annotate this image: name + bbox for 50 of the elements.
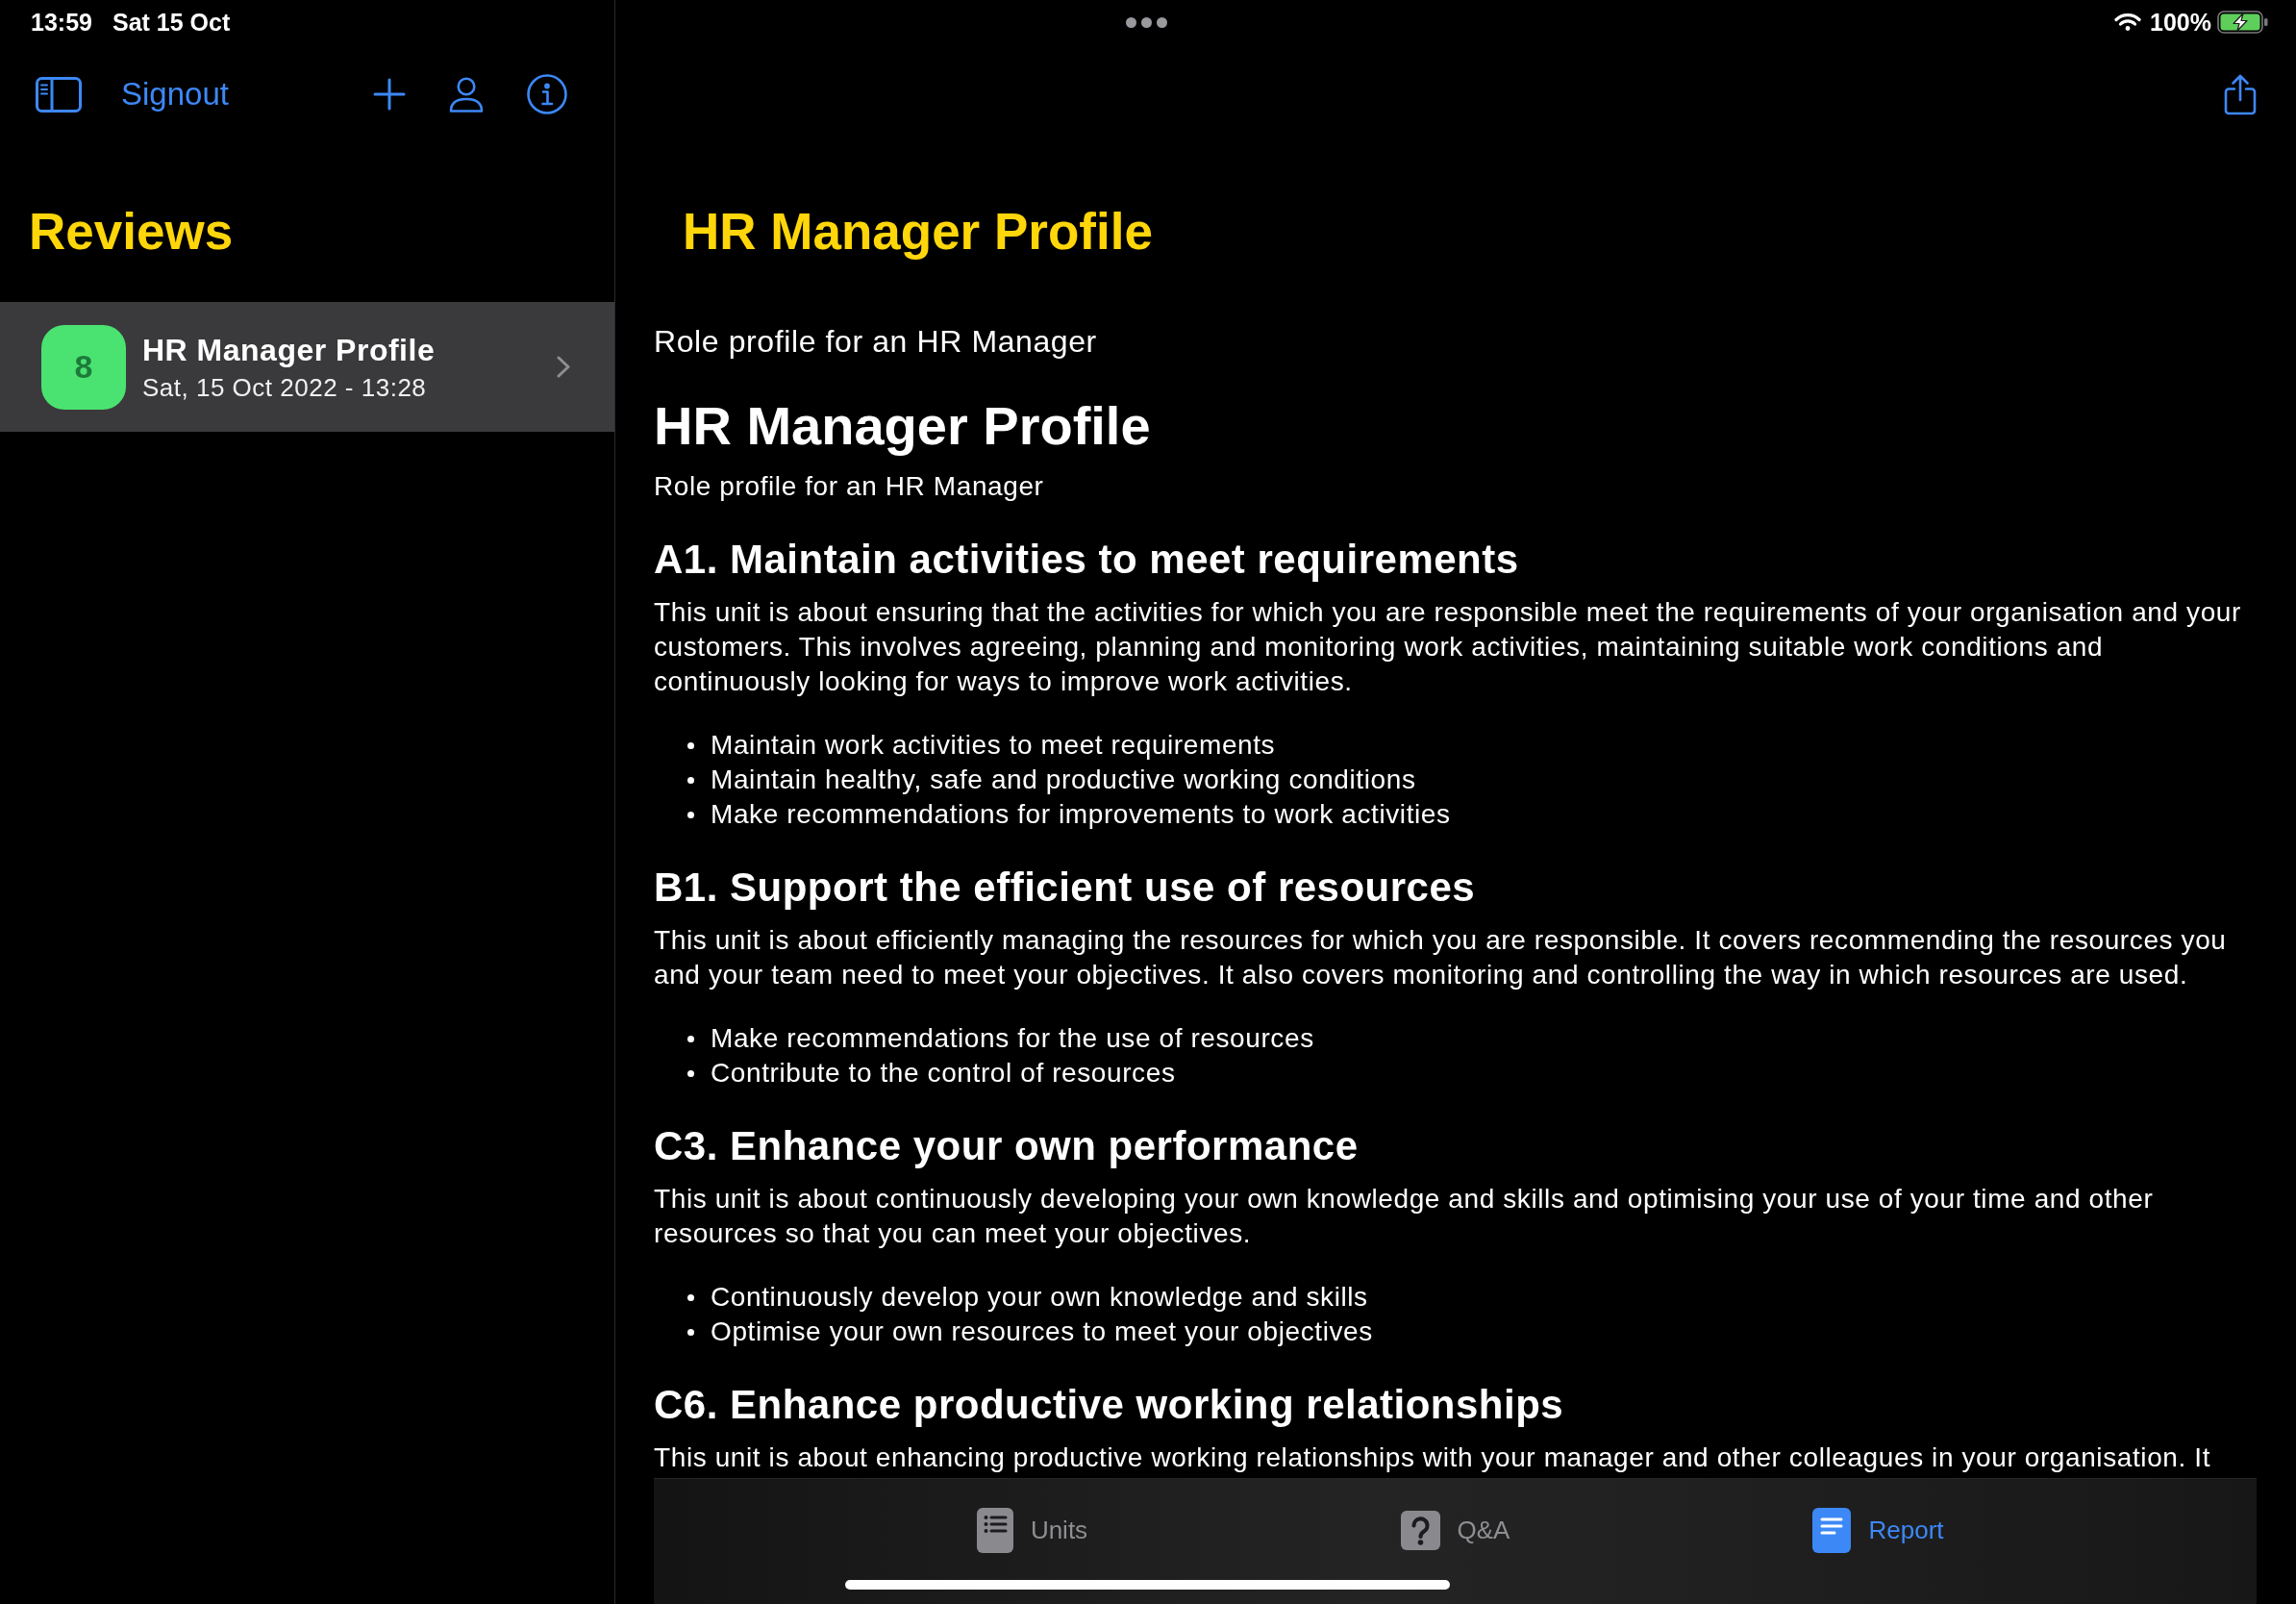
section-paragraph: This unit is about ensuring that the activities for which you are responsible meet the requirements of your organisation and your customers. This involves agreeing, planning and monitoring work activities, maintaining suitable work conditions and continuously looking for ways to improve work activities. bbox=[654, 596, 2242, 698]
page-description: Role profile for an HR Manager bbox=[654, 323, 1097, 361]
tab-bar-item[interactable]: Q&A bbox=[1400, 1508, 1510, 1553]
bullet-icon bbox=[687, 1293, 694, 1301]
section-paragraph: This unit is about efficiently managing the resources for which you are responsible. It covers recommending the resources you and your team need to meet your objectives. It also covers monitoring and controlling the way in which resources are used. bbox=[654, 924, 2228, 991]
bullet-icon bbox=[687, 1069, 694, 1077]
bullet-icon bbox=[687, 1035, 694, 1042]
section-heading: B1. Support the efficient use of resources bbox=[654, 864, 1476, 912]
document-icon bbox=[1812, 1508, 1852, 1553]
bullet-icon bbox=[687, 741, 694, 749]
score-badge: 8 bbox=[41, 324, 126, 410]
bullet-text: Make recommendations for the use of resources bbox=[711, 1022, 1314, 1055]
status-date: Sat 15 Oct bbox=[112, 8, 231, 37]
review-list-item[interactable]: 8 HR Manager Profile Sat, 15 Oct 2022 - 13:28 bbox=[0, 302, 614, 432]
bullet-text: Contribute to the control of resources bbox=[711, 1057, 1176, 1090]
tab-bar-item[interactable]: Report bbox=[1812, 1508, 1944, 1553]
bullet-icon bbox=[687, 776, 694, 784]
info-icon[interactable] bbox=[527, 74, 567, 114]
report-subheading: Role profile for an HR Manager bbox=[654, 470, 1044, 503]
page-title: HR Manager Profile bbox=[683, 202, 1153, 262]
sidebar-toggle-icon[interactable] bbox=[36, 76, 82, 113]
tab-bar-item[interactable]: Units bbox=[976, 1508, 1088, 1553]
section-heading: C3. Enhance your own performance bbox=[654, 1122, 1359, 1170]
bullet-text: Continuously develop your own knowledge and skills bbox=[711, 1281, 1368, 1314]
bullet-text: Make recommendations for improvements to work activities bbox=[711, 798, 1451, 831]
wifi-icon bbox=[2114, 13, 2142, 32]
share-icon[interactable] bbox=[2224, 73, 2257, 115]
section-heading: C6. Enhance productive working relationships bbox=[654, 1381, 1564, 1429]
report-heading: HR Manager Profile bbox=[654, 395, 1151, 457]
bullet-text: Maintain work activities to meet requirements bbox=[711, 729, 1276, 762]
plus-icon[interactable] bbox=[373, 78, 406, 111]
signout-button[interactable]: Signout bbox=[121, 75, 229, 113]
list-icon bbox=[976, 1508, 1013, 1553]
battery-percentage: 100% bbox=[2150, 8, 2211, 37]
battery-charging-icon bbox=[2217, 11, 2268, 34]
question-icon bbox=[1400, 1511, 1440, 1550]
review-title: HR Manager Profile bbox=[142, 331, 437, 368]
section-heading: A1. Maintain activities to meet requirements bbox=[654, 536, 1519, 584]
section-paragraph: This unit is about continuously developing your own knowledge and skills and optimising your use of your time and other resources so that you can meet your objectives. bbox=[654, 1183, 2155, 1250]
multitasking-dots-icon[interactable] bbox=[1126, 16, 1167, 28]
review-date: Sat, 15 Oct 2022 - 13:28 bbox=[142, 371, 428, 403]
bullet-icon bbox=[687, 811, 694, 818]
section-paragraph: This unit is about enhancing productive working relationships with your manager and other colleagues in your organisation. It bbox=[654, 1441, 2210, 1474]
sidebar-title: Reviews bbox=[29, 202, 235, 262]
status-time: 13:59 bbox=[31, 8, 92, 37]
bullet-text: Optimise your own resources to meet your objectives bbox=[711, 1316, 1373, 1348]
chevron-icon bbox=[557, 356, 570, 378]
person-icon[interactable] bbox=[449, 76, 484, 113]
bullet-text: Maintain healthy, safe and productive working conditions bbox=[711, 764, 1416, 796]
bullet-icon bbox=[687, 1328, 694, 1336]
